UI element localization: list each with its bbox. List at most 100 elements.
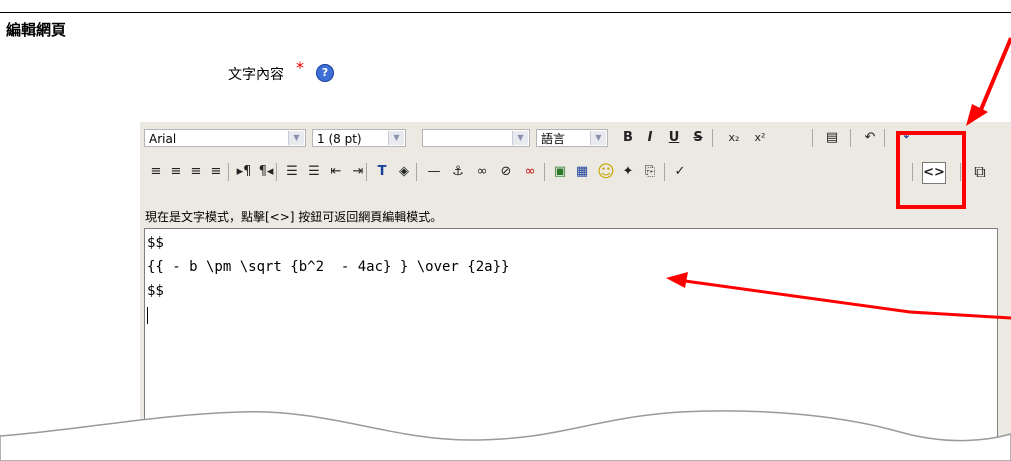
chevron-down-icon: ▼ bbox=[388, 131, 404, 145]
rtl-button[interactable]: ¶◂ bbox=[256, 162, 276, 182]
ordered-list-button[interactable]: ☰ bbox=[282, 162, 302, 182]
toolbar-separator bbox=[812, 129, 813, 147]
clean-word-button[interactable]: ▤ bbox=[822, 128, 842, 148]
superscript-button[interactable]: x² bbox=[750, 128, 770, 148]
italic-icon: I bbox=[647, 130, 653, 145]
word-icon: ▤ bbox=[825, 130, 839, 145]
arrow-line bbox=[978, 37, 1011, 113]
style-select[interactable]: ▼ bbox=[422, 129, 530, 147]
font-size-value: 1 (8 pt) bbox=[317, 132, 362, 146]
special-char-button[interactable]: ✦ bbox=[618, 162, 638, 182]
required-mark: * bbox=[296, 58, 304, 77]
justify-button[interactable]: ≡ bbox=[206, 162, 226, 182]
table-icon: ▦ bbox=[575, 164, 589, 179]
justify-icon: ≡ bbox=[210, 164, 222, 179]
align-center-button[interactable]: ≡ bbox=[166, 162, 186, 182]
spellcheck-button[interactable]: ✓ bbox=[670, 162, 690, 182]
link-button[interactable]: ∞ bbox=[472, 162, 492, 182]
toolbar-separator bbox=[366, 163, 367, 181]
bold-icon: B bbox=[623, 130, 633, 145]
fullscreen-icon: ⧉ bbox=[974, 162, 986, 181]
ordered-list-icon: ☰ bbox=[286, 164, 298, 179]
spellcheck-icon: ✓ bbox=[674, 164, 686, 179]
rtl-icon: ¶◂ bbox=[258, 164, 274, 179]
chevron-down-icon: ▼ bbox=[288, 131, 304, 145]
field-label: 文字內容 bbox=[228, 67, 284, 83]
align-right-button[interactable]: ≡ bbox=[186, 162, 206, 182]
search-replace-button[interactable]: ⎘ bbox=[640, 162, 660, 182]
horizontal-rule-icon: — bbox=[427, 164, 441, 179]
text-color-button[interactable]: T bbox=[372, 162, 392, 182]
ltr-icon: ▸¶ bbox=[236, 164, 252, 179]
help-icon[interactable]: ? bbox=[316, 64, 334, 82]
fieldset-legend: 編輯網頁 bbox=[4, 19, 69, 40]
align-center-icon: ≡ bbox=[170, 164, 182, 179]
subscript-icon: x₂ bbox=[728, 131, 740, 144]
caret bbox=[147, 306, 148, 324]
align-left-button[interactable]: ≡ bbox=[146, 162, 166, 182]
outdent-icon: ⇤ bbox=[330, 164, 342, 179]
toolbar-row-2: ≡ ≡ ≡ ≡ ▸¶ ¶◂ ☰ ☰ ⇤ ⇥ T ◈ — ⚓ ∞ ⊘ ∞ ▣ ▦ ☺ ✦ ⎘ ✓ <> ⧉ bbox=[140, 156, 1011, 186]
toolbar-separator bbox=[884, 129, 885, 147]
smiley-button[interactable]: ☺ bbox=[596, 162, 616, 182]
underline-button[interactable]: U bbox=[664, 128, 684, 148]
chevron-down-icon: ▼ bbox=[512, 131, 528, 145]
horizontal-rule-button[interactable]: — bbox=[424, 162, 444, 182]
toolbar-separator bbox=[850, 129, 851, 147]
undo-button[interactable]: ↶ bbox=[860, 128, 880, 148]
insert-image-button[interactable]: ▣ bbox=[550, 162, 570, 182]
toolbar-row-1: Arial ▼ 1 (8 pt) ▼ ▼ 語言 ▼ B I U Sx₂ x² ▤ ↶ ↷ bbox=[140, 122, 1011, 150]
textarea-line: $$ bbox=[147, 283, 164, 299]
unordered-list-icon: ☰ bbox=[308, 164, 320, 179]
toolbar-separator bbox=[664, 163, 665, 181]
language-value: 語言 bbox=[541, 132, 566, 146]
toolbar-separator bbox=[544, 163, 545, 181]
font-size-select[interactable]: 1 (8 pt) ▼ bbox=[312, 129, 406, 147]
toolbar-separator bbox=[712, 129, 713, 147]
smiley-icon: ☺ bbox=[597, 162, 615, 182]
bold-button[interactable]: B bbox=[618, 128, 638, 148]
nolink-button[interactable]: ∞ bbox=[520, 162, 540, 182]
chevron-down-icon: ▼ bbox=[590, 131, 606, 145]
insert-table-button[interactable]: ▦ bbox=[572, 162, 592, 182]
paint-bucket-icon: ◈ bbox=[399, 164, 409, 179]
anchor-icon: ⚓ bbox=[452, 164, 464, 179]
textarea-line: $$ bbox=[147, 235, 164, 251]
indent-icon: ⇥ bbox=[352, 164, 364, 179]
fullscreen-button[interactable]: ⧉ bbox=[970, 162, 990, 182]
link-icon: ∞ bbox=[476, 164, 488, 179]
italic-button[interactable]: I bbox=[640, 128, 660, 148]
unlink-button[interactable]: ⊘ bbox=[496, 162, 516, 182]
text-cursor bbox=[147, 303, 997, 327]
toolbar-separator bbox=[416, 163, 417, 181]
font-family-value: Arial bbox=[149, 132, 177, 146]
language-select[interactable]: 語言 ▼ bbox=[536, 129, 608, 147]
text-color-icon: T bbox=[377, 164, 387, 179]
indent-button[interactable]: ⇥ bbox=[348, 162, 368, 182]
toolbar-separator bbox=[276, 163, 277, 181]
mode-status-bar: 現在是文字模式，點擊[<>] 按鈕可返回網頁編輯模式。 bbox=[145, 210, 443, 224]
image-icon: ▣ bbox=[553, 164, 567, 179]
outdent-button[interactable]: ⇤ bbox=[326, 162, 346, 182]
fieldset-border bbox=[0, 12, 1011, 13]
anchor-button[interactable]: ⚓ bbox=[448, 162, 468, 182]
toolbar-separator bbox=[228, 163, 229, 181]
subscript-button[interactable]: x₂ bbox=[724, 128, 744, 148]
unordered-list-button[interactable]: ☰ bbox=[304, 162, 324, 182]
superscript-icon: x² bbox=[754, 131, 766, 144]
ltr-button[interactable]: ▸¶ bbox=[234, 162, 254, 182]
align-left-icon: ≡ bbox=[150, 164, 162, 179]
special-char-icon: ✦ bbox=[622, 164, 634, 179]
background-color-button[interactable]: ◈ bbox=[394, 162, 414, 182]
strikethrough-button[interactable]: S bbox=[688, 128, 708, 148]
textarea-line: {{ - b \pm \sqrt {b^2 - 4ac} } \over {2a… bbox=[147, 259, 510, 275]
strikethrough-icon: S bbox=[693, 130, 703, 145]
text-content-textarea[interactable]: $$ {{ - b \pm \sqrt {b^2 - 4ac} } \over {… bbox=[144, 228, 998, 461]
highlight-box bbox=[896, 131, 966, 209]
nolink-icon: ∞ bbox=[524, 164, 536, 179]
search-replace-icon: ⎘ bbox=[644, 164, 656, 179]
font-family-select[interactable]: Arial ▼ bbox=[144, 129, 306, 147]
undo-icon: ↶ bbox=[864, 130, 876, 145]
unlink-icon: ⊘ bbox=[500, 164, 512, 179]
underline-icon: U bbox=[668, 130, 680, 145]
